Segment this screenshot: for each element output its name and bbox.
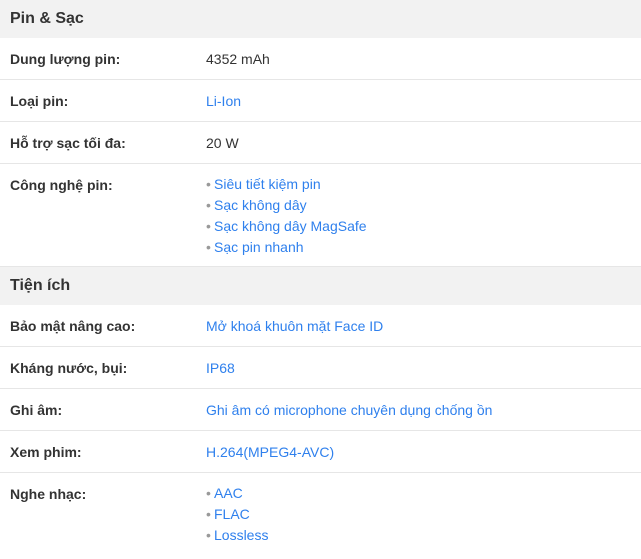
spec-row-video: Xem phim: H.264(MPEG4-AVC) — [0, 431, 641, 473]
spec-label: Kháng nước, bụi: — [10, 360, 128, 376]
spec-row-water-resistance: Kháng nước, bụi: IP68 — [0, 347, 641, 389]
spec-value-list: • AAC • FLAC • Lossless — [206, 483, 641, 546]
spec-value: 20 W — [206, 135, 239, 151]
spec-row-security: Bảo mật nâng cao: Mở khoá khuôn mặt Face… — [0, 305, 641, 347]
list-item[interactable]: • Sạc không dây — [206, 195, 641, 216]
spec-value: 4352 mAh — [206, 51, 270, 67]
spec-value-link[interactable]: Ghi âm có microphone chuyên dụng chống ồ… — [206, 402, 641, 430]
section-title: Tiện ích — [10, 277, 71, 294]
list-item[interactable]: • FLAC — [206, 504, 641, 525]
list-item-link[interactable]: Sạc không dây MagSafe — [214, 218, 367, 234]
spec-label: Loại pin: — [10, 93, 69, 109]
spec-value-link[interactable]: Mở khoá khuôn mặt Face ID — [206, 318, 641, 346]
spec-row-battery-type: Loại pin: Li-Ion — [0, 80, 641, 122]
spec-label: Ghi âm: — [10, 402, 63, 418]
spec-label: Hỗ trợ sạc tối đa: — [10, 135, 126, 151]
spec-label: Dung lượng pin: — [10, 51, 121, 67]
spec-label: Công nghệ pin: — [10, 177, 113, 193]
spec-value-link[interactable]: H.264(MPEG4-AVC) — [206, 444, 641, 472]
spec-table: Pin & Sạc Dung lượng pin: 4352 mAh Loại … — [0, 0, 641, 554]
spec-value-list: • Siêu tiết kiệm pin • Sạc không dây • Sạc … — [206, 174, 641, 258]
list-item-link[interactable]: Sạc không dây — [214, 197, 307, 213]
list-item-link[interactable]: Sạc pin nhanh — [214, 239, 304, 255]
bullet-icon: • — [206, 197, 211, 213]
list-item[interactable]: • Siêu tiết kiệm pin — [206, 174, 641, 195]
list-item-link[interactable]: AAC — [214, 485, 243, 501]
spec-row-recording: Ghi âm: Ghi âm có microphone chuyên dụng… — [0, 389, 641, 431]
list-item[interactable]: • AAC — [206, 483, 641, 504]
spec-label: Bảo mật nâng cao: — [10, 318, 136, 334]
bullet-icon: • — [206, 218, 211, 234]
spec-row-max-charging: Hỗ trợ sạc tối đa: 20 W — [0, 122, 641, 164]
section-title: Pin & Sạc — [10, 10, 84, 27]
bullet-icon: • — [206, 176, 211, 192]
list-item-link[interactable]: Lossless — [214, 527, 268, 543]
list-item-link[interactable]: Siêu tiết kiệm pin — [214, 176, 321, 192]
spec-row-battery-capacity: Dung lượng pin: 4352 mAh — [0, 38, 641, 80]
spec-label: Nghe nhạc: — [10, 486, 87, 502]
section-header-battery[interactable]: Pin & Sạc — [0, 0, 641, 38]
list-item[interactable]: • Sạc pin nhanh — [206, 237, 641, 258]
spec-value-link[interactable]: Li-Ion — [206, 93, 641, 121]
spec-row-battery-tech: Công nghệ pin: • Siêu tiết kiệm pin • Sạc … — [0, 164, 641, 267]
bullet-icon: • — [206, 485, 211, 501]
section-header-utilities[interactable]: Tiện ích — [0, 267, 641, 305]
list-item[interactable]: • Sạc không dây MagSafe — [206, 216, 641, 237]
spec-value-link[interactable]: IP68 — [206, 360, 641, 388]
list-item[interactable]: • Lossless — [206, 525, 641, 546]
bullet-icon: • — [206, 239, 211, 255]
list-item-link[interactable]: FLAC — [214, 506, 250, 522]
spec-label: Xem phim: — [10, 444, 82, 460]
bullet-icon: • — [206, 527, 211, 543]
bullet-icon: • — [206, 506, 211, 522]
spec-row-music: Nghe nhạc: • AAC • FLAC • Lossless — [0, 473, 641, 554]
